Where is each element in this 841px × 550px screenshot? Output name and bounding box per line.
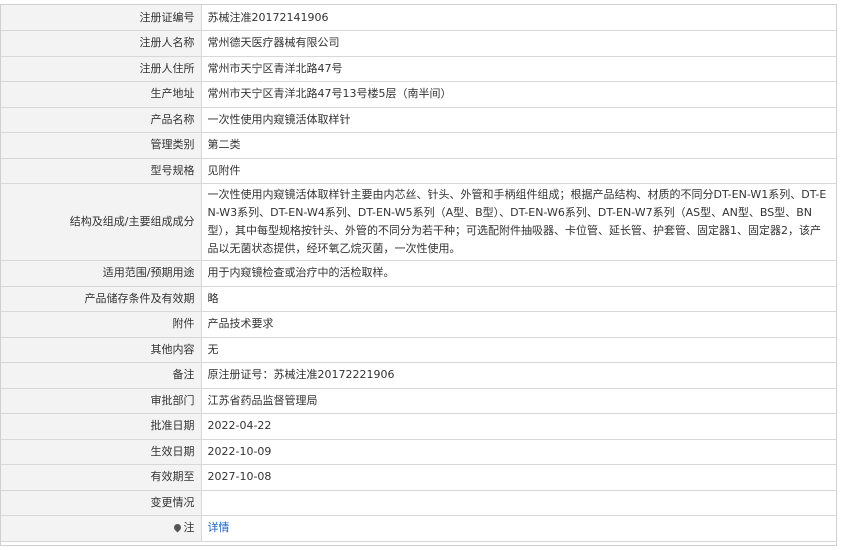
table-row: 生产地址 常州市天宁区青洋北路47号13号楼5层（南半间） (1, 81, 836, 108)
field-label: 备注 (1, 362, 202, 389)
field-label: 附件 (1, 311, 202, 338)
table-row: 适用范围/预期用途 用于内窥镜检查或治疗中的活检取样。 (1, 260, 836, 287)
field-label: 审批部门 (1, 388, 202, 414)
field-value: 2022-10-09 (201, 439, 836, 465)
field-value: 第二类 (201, 132, 836, 159)
table-row: 注册人名称 常州德天医疗器械有限公司 (1, 30, 836, 57)
table-row: 注册人住所 常州市天宁区青洋北路47号 (1, 56, 836, 82)
field-label: 生效日期 (1, 439, 202, 465)
table-row: 变更情况 (1, 490, 836, 516)
table-row: 注册证编号 苏械注准20172141906 (1, 5, 836, 31)
field-value: 用于内窥镜检查或治疗中的活检取样。 (201, 260, 836, 287)
field-value: 略 (201, 286, 836, 312)
field-value: 无 (201, 337, 836, 363)
table-row: 型号规格 见附件 (1, 158, 836, 184)
table-row: 产品名称 一次性使用内窥镜活体取样针 (1, 107, 836, 133)
field-label: 注 (183, 521, 195, 535)
field-value (201, 490, 836, 516)
field-value: 原注册证号：苏械注准20172221906 (201, 362, 836, 389)
field-value: 常州市天宁区青洋北路47号 (201, 56, 836, 82)
details-link[interactable]: 详情 (208, 521, 230, 534)
note-label: 注 (1, 515, 202, 542)
field-label: 注册证编号 (1, 5, 202, 31)
field-label: 注册人名称 (1, 30, 202, 57)
field-value: 一次性使用内窥镜活体取样针主要由内芯丝、针头、外管和手柄组件组成；根据产品结构、… (201, 183, 836, 261)
table-row: 注 详情 (1, 515, 836, 542)
field-label: 批准日期 (1, 413, 202, 440)
registration-detail-table: 注册证编号 苏械注准20172141906 注册人名称 常州德天医疗器械有限公司… (1, 5, 836, 542)
field-value: 江苏省药品监督管理局 (201, 388, 836, 414)
location-pin-icon (172, 522, 182, 533)
field-label: 注册人住所 (1, 56, 202, 82)
field-label: 变更情况 (1, 490, 202, 516)
field-label: 管理类别 (1, 132, 202, 159)
field-label: 产品储存条件及有效期 (1, 286, 202, 312)
table-row: 生效日期 2022-10-09 (1, 439, 836, 465)
field-value: 2022-04-22 (201, 413, 836, 440)
field-label: 其他内容 (1, 337, 202, 363)
field-value: 一次性使用内窥镜活体取样针 (201, 107, 836, 133)
table-row: 结构及组成/主要组成成分 一次性使用内窥镜活体取样针主要由内芯丝、针头、外管和手… (1, 183, 836, 261)
field-value: 2027-10-08 (201, 464, 836, 491)
table-row: 管理类别 第二类 (1, 132, 836, 159)
table-row: 产品储存条件及有效期 略 (1, 286, 836, 312)
field-label: 结构及组成/主要组成成分 (1, 183, 202, 261)
field-value: 详情 (201, 515, 836, 542)
table-row: 附件 产品技术要求 (1, 311, 836, 338)
field-label: 有效期至 (1, 464, 202, 491)
field-label: 产品名称 (1, 107, 202, 133)
field-label: 生产地址 (1, 81, 202, 108)
field-label: 型号规格 (1, 158, 202, 184)
table-row: 备注 原注册证号：苏械注准20172221906 (1, 362, 836, 389)
field-label: 适用范围/预期用途 (1, 260, 202, 287)
table-row: 其他内容 无 (1, 337, 836, 363)
detail-panel: 注册证编号 苏械注准20172141906 注册人名称 常州德天医疗器械有限公司… (0, 4, 837, 546)
field-value: 常州市天宁区青洋北路47号13号楼5层（南半间） (201, 81, 836, 108)
table-row: 有效期至 2027-10-08 (1, 464, 836, 491)
field-value: 苏械注准20172141906 (201, 5, 836, 31)
field-value: 见附件 (201, 158, 836, 184)
field-value: 常州德天医疗器械有限公司 (201, 30, 836, 57)
table-row: 审批部门 江苏省药品监督管理局 (1, 388, 836, 414)
field-value: 产品技术要求 (201, 311, 836, 338)
table-row: 批准日期 2022-04-22 (1, 413, 836, 440)
